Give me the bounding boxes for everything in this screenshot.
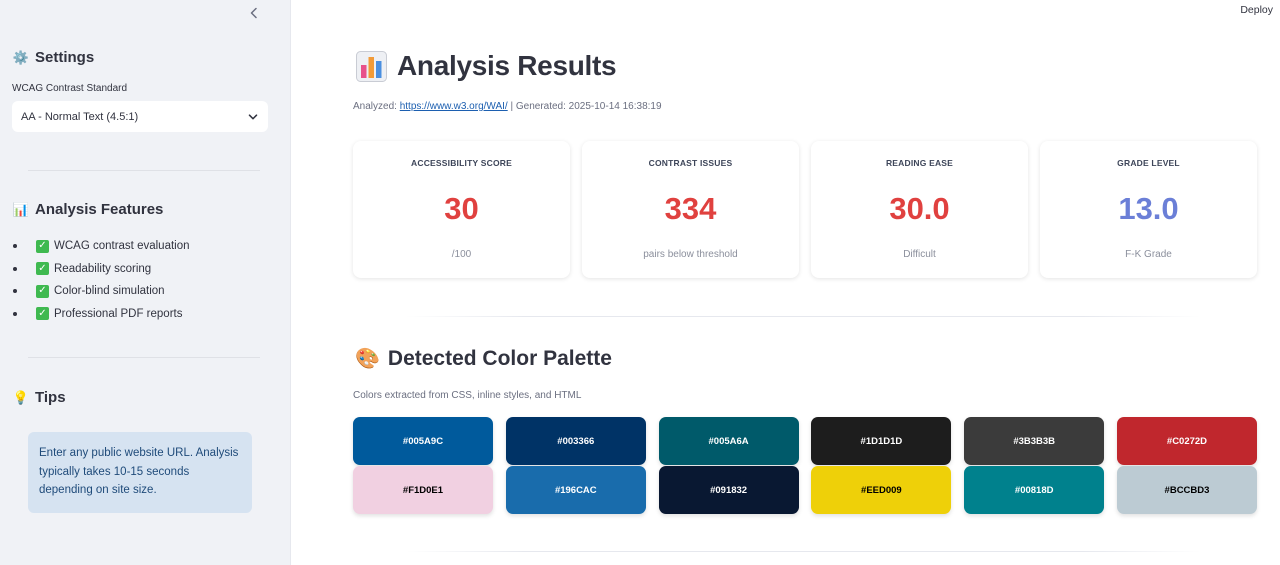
metric-card-contrast-issues: CONTRAST ISSUES 334 pairs below threshol… bbox=[582, 141, 799, 278]
palette-subtitle: Colors extracted from CSS, inline styles… bbox=[353, 390, 582, 401]
color-swatch[interactable]: #091832 bbox=[658, 466, 799, 514]
color-palette-grid: #005A9C #003366 #005A6A #1D1D1D #3B3B3B … bbox=[353, 417, 1257, 514]
settings-header: ⚙️ Settings bbox=[13, 49, 94, 66]
metric-sublabel: /100 bbox=[451, 249, 472, 260]
analyzed-url-link[interactable]: https://www.w3.org/WAI/ bbox=[400, 101, 508, 112]
check-icon: ✓ bbox=[36, 307, 49, 321]
metric-card-accessibility-score: ACCESSIBILITY SCORE 30 /100 bbox=[353, 141, 570, 278]
bullet bbox=[13, 266, 17, 271]
settings-title: Settings bbox=[35, 49, 95, 66]
lightbulb-icon: 💡 bbox=[12, 389, 30, 405]
list-item: ✓ Professional PDF reports bbox=[13, 303, 190, 326]
generated-text: | Generated: 2025-10-14 16:38:19 bbox=[507, 101, 662, 112]
analysis-meta: Analyzed: https://www.w3.org/WAI/ | Gene… bbox=[353, 101, 662, 112]
color-swatch[interactable]: #EED009 bbox=[811, 466, 952, 514]
bullet bbox=[13, 311, 17, 316]
metric-label: GRADE LEVEL bbox=[1117, 158, 1180, 168]
metric-value: 13.0 bbox=[1118, 191, 1179, 226]
metric-card-grade-level: GRADE LEVEL 13.0 F-K Grade bbox=[1040, 141, 1257, 278]
palette-title: 🎨 Detected Color Palette bbox=[355, 346, 612, 371]
color-swatch[interactable]: #196CAC bbox=[505, 466, 646, 514]
feature-label: Professional PDF reports bbox=[54, 307, 183, 320]
list-item: ✓ WCAG contrast evaluation bbox=[13, 235, 190, 258]
feature-label: WCAG contrast evaluation bbox=[54, 240, 190, 253]
metric-sublabel: pairs below threshold bbox=[643, 249, 738, 260]
contrast-standard-value: AA - Normal Text (4.5:1) bbox=[21, 110, 139, 123]
contrast-standard-label: WCAG Contrast Standard bbox=[12, 83, 128, 94]
metric-label: READING EASE bbox=[885, 158, 954, 168]
metric-cards: ACCESSIBILITY SCORE 30 /100 CONTRAST ISS… bbox=[353, 141, 1257, 278]
check-icon: ✓ bbox=[36, 284, 49, 298]
app: ⚙️ Settings WCAG Contrast Standard AA - … bbox=[0, 0, 1280, 565]
metric-value: 30.0 bbox=[889, 191, 950, 226]
chevron-down-icon bbox=[248, 113, 258, 119]
metric-value: 334 bbox=[664, 191, 717, 226]
bar-chart-icon bbox=[356, 50, 387, 82]
color-swatch[interactable]: #F1D0E1 bbox=[353, 466, 493, 514]
features-title: Analysis Features bbox=[35, 201, 164, 218]
metric-label: CONTRAST ISSUES bbox=[648, 158, 733, 168]
bullet bbox=[13, 244, 17, 249]
color-swatch[interactable]: #BCCBD3 bbox=[1116, 466, 1257, 514]
color-swatch[interactable]: #C0272D bbox=[1116, 417, 1257, 465]
feature-list: ✓ WCAG contrast evaluation ✓ Readability s… bbox=[13, 235, 190, 325]
color-swatch[interactable]: #005A6A bbox=[658, 417, 799, 465]
contrast-standard-select[interactable]: AA - Normal Text (4.5:1) bbox=[12, 101, 268, 132]
tip-info-box: Enter any public website URL. Analysis t… bbox=[28, 432, 252, 513]
sidebar-divider bbox=[28, 170, 260, 171]
features-header: 📊 Analysis Features bbox=[12, 201, 164, 218]
check-icon: ✓ bbox=[36, 262, 49, 276]
bullet bbox=[13, 289, 17, 294]
page-title: Analysis Results bbox=[356, 50, 617, 82]
metric-sublabel: Difficult bbox=[903, 249, 936, 260]
color-swatch[interactable]: #003366 bbox=[505, 417, 646, 465]
feature-label: Color-blind simulation bbox=[54, 285, 165, 298]
list-item: ✓ Readability scoring bbox=[13, 258, 190, 281]
tips-title: Tips bbox=[35, 389, 66, 406]
tips-header: 💡 Tips bbox=[13, 389, 66, 406]
color-swatch[interactable]: #1D1D1D bbox=[811, 417, 952, 465]
analyzed-label: Analyzed: bbox=[353, 101, 400, 112]
sidebar-divider bbox=[28, 357, 260, 358]
metric-value: 30 bbox=[444, 191, 479, 226]
section-divider bbox=[406, 316, 1201, 317]
gear-icon: ⚙️ bbox=[12, 49, 30, 65]
color-swatch[interactable]: #3B3B3B bbox=[964, 417, 1105, 465]
sidebar: ⚙️ Settings WCAG Contrast Standard AA - … bbox=[0, 0, 291, 565]
check-icon: ✓ bbox=[36, 239, 49, 253]
feature-label: Readability scoring bbox=[54, 262, 152, 275]
collapse-sidebar-button[interactable] bbox=[244, 4, 264, 22]
deploy-button[interactable]: Deploy bbox=[1240, 4, 1273, 16]
metric-card-reading-ease: READING EASE 30.0 Difficult bbox=[811, 141, 1028, 278]
chevron-left-icon bbox=[250, 7, 257, 19]
page-title-text: Analysis Results bbox=[397, 50, 617, 81]
color-swatch[interactable]: #00818D bbox=[964, 466, 1105, 514]
list-item: ✓ Color-blind simulation bbox=[13, 280, 190, 303]
metric-label: ACCESSIBILITY SCORE bbox=[411, 158, 512, 168]
bar-chart-icon: 📊 bbox=[12, 201, 30, 217]
metric-sublabel: F-K Grade bbox=[1125, 249, 1172, 260]
palette-title-text: Detected Color Palette bbox=[387, 346, 612, 370]
palette-icon: 🎨 bbox=[355, 348, 380, 370]
section-divider bbox=[406, 551, 1201, 552]
color-swatch[interactable]: #005A9C bbox=[353, 417, 493, 465]
